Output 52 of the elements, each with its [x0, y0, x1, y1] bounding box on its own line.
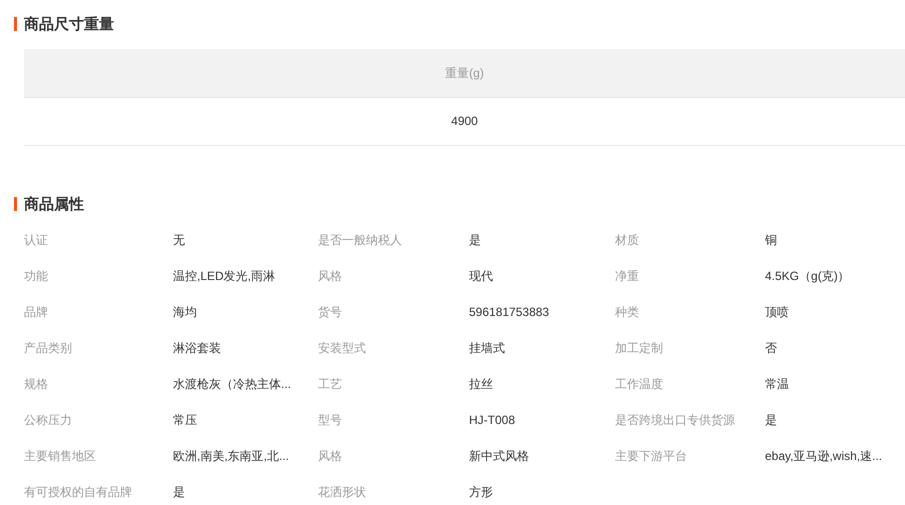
attribute-value: 拉丝: [469, 376, 494, 392]
attribute-label: 货号: [318, 304, 343, 320]
attribute-label: 种类: [615, 304, 640, 320]
attribute-value: 温控,LED发光,雨淋: [173, 268, 276, 284]
attribute-label: 是否跨境出口专供货源: [615, 412, 736, 428]
attribute-label: 净重: [615, 268, 640, 284]
attribute-label: 品牌: [24, 304, 49, 320]
attribute-label: 规格: [24, 376, 49, 392]
title-marker: [14, 197, 17, 211]
attribute-value: 淋浴套装: [173, 340, 222, 356]
attribute-label: 主要销售地区: [24, 448, 97, 464]
attribute-value: 现代: [469, 268, 494, 284]
attribute-value: 596181753883: [469, 305, 550, 319]
attribute-value: 顶喷: [765, 304, 790, 320]
attribute-value: 欧洲,南美,东南亚,北...: [173, 448, 290, 464]
attribute-label: 有可授权的自有品牌: [24, 484, 133, 500]
attribute-value: 水渡枪灰（冷热主体...: [173, 376, 292, 392]
column-header: 重量(g): [24, 49, 905, 98]
attribute-value: ebay,亚马逊,wish,速...: [765, 448, 884, 464]
attribute-label: 风格: [318, 268, 343, 284]
attribute-value: 是: [765, 412, 778, 428]
attribute-value: 挂墙式: [469, 340, 506, 356]
attribute-label: 加工定制: [615, 340, 664, 356]
attribute-label: 认证: [24, 232, 49, 248]
attribute-label: 是否一般纳税人: [318, 232, 403, 248]
attribute-label: 材质: [615, 232, 640, 248]
attribute-label: 花洒形状: [318, 484, 367, 500]
title-marker: [14, 17, 17, 31]
attribute-value: 海均: [173, 304, 198, 320]
section-title: 商品属性: [24, 194, 84, 214]
attribute-value: 常温: [765, 376, 790, 392]
attribute-label: 工艺: [318, 376, 343, 392]
attribute-label: 公称压力: [24, 412, 73, 428]
attribute-value: 常压: [173, 412, 198, 428]
attribute-value: 是: [469, 232, 482, 248]
attribute-label: 功能: [24, 268, 49, 284]
attribute-label: 主要下游平台: [615, 448, 688, 464]
attribute-value: 4.5KG（g(克)）: [765, 268, 851, 284]
attribute-label: 型号: [318, 412, 343, 428]
attribute-value: 是: [173, 484, 186, 500]
attribute-value: 否: [765, 340, 778, 356]
table-cell: 4900: [24, 98, 905, 146]
attribute-value: 新中式风格: [469, 448, 530, 464]
attribute-value: HJ-T008: [469, 413, 516, 427]
attribute-value: 无: [173, 232, 186, 248]
attribute-value: 方形: [469, 484, 494, 500]
attribute-value: 铜: [765, 232, 778, 248]
attribute-label: 产品类别: [24, 340, 73, 356]
attribute-label: 工作温度: [615, 376, 664, 392]
attribute-label: 风格: [318, 448, 343, 464]
section-title: 商品尺寸重量: [24, 14, 114, 34]
attribute-label: 安装型式: [318, 340, 367, 356]
